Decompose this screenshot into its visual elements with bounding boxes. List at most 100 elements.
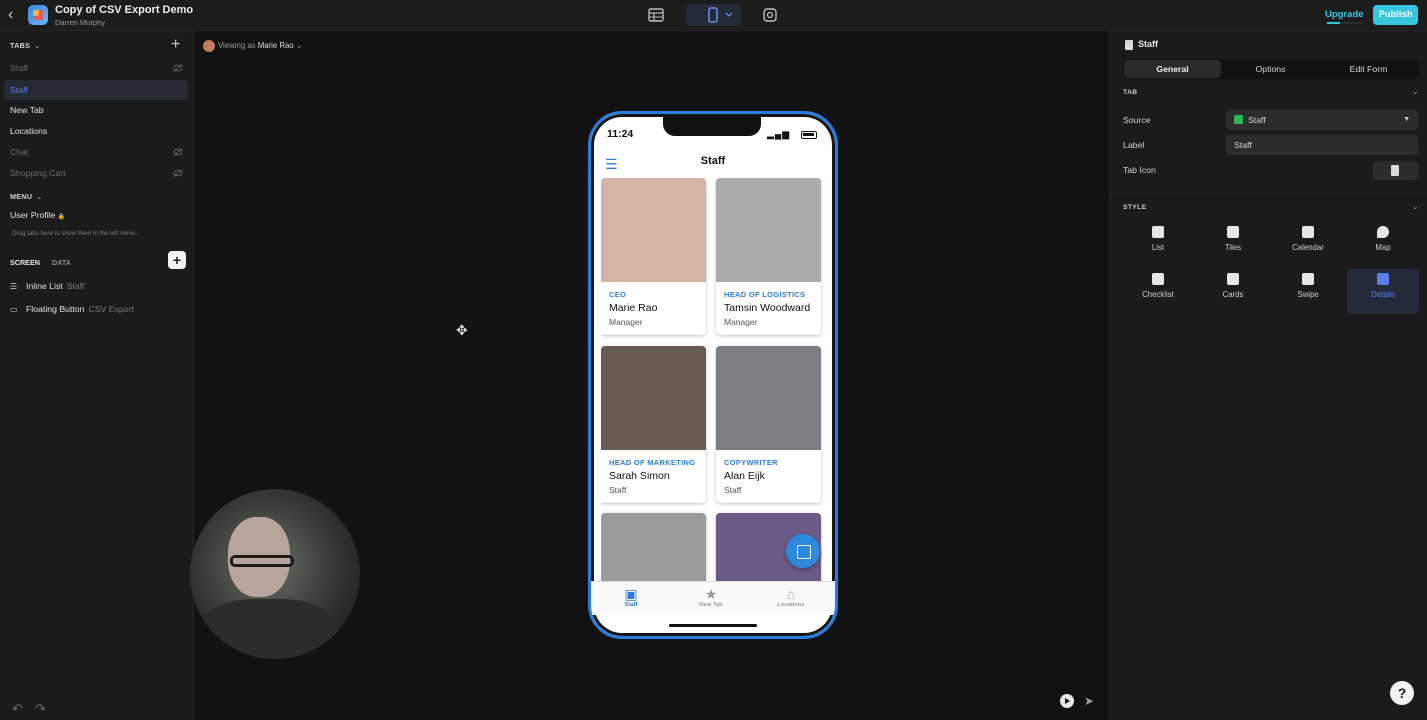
home-icon: ⌂ — [786, 586, 796, 602]
tabs-section-header[interactable]: TABS ⌄ — [10, 41, 40, 50]
map-pin-icon — [1377, 226, 1389, 238]
label-input[interactable]: Staff — [1226, 135, 1418, 155]
canvas: Viewing as Marie Rao ⌄ ✥ ➤ 11:24 ▂▄▆ ☰ S… — [190, 31, 1108, 720]
menu-item-user-profile[interactable]: User Profile 🔒 — [4, 205, 188, 225]
tab-general[interactable]: General — [1124, 60, 1221, 78]
menu-section-header[interactable]: MENU ⌄ — [10, 192, 43, 201]
source-select[interactable]: Staff ▼ — [1226, 110, 1418, 130]
divider — [1110, 193, 1427, 194]
upgrade-link[interactable]: Upgrade — [1325, 9, 1364, 20]
sidebar-item-staff-hidden[interactable]: Staff — [4, 58, 188, 78]
tab-section-header: TAB — [1123, 89, 1138, 96]
card-title: Manager — [724, 317, 758, 327]
panel-tabs: General Options Edit Form — [1123, 59, 1419, 79]
staff-card[interactable] — [601, 513, 706, 588]
list-icon: ☰ — [10, 282, 18, 291]
chevron-down-icon: ⌄ — [36, 194, 43, 201]
left-sidebar: TABS ⌄ + Staff Staff New Tab Locations Ch… — [0, 31, 194, 720]
phone-preview-button[interactable] — [686, 4, 741, 26]
screen-title: Staff — [700, 155, 726, 167]
style-tiles[interactable]: Tiles — [1197, 222, 1269, 267]
chevron-down-icon[interactable]: ⌄ — [1412, 87, 1419, 96]
staff-photo — [601, 346, 706, 450]
style-list[interactable]: List — [1122, 222, 1194, 267]
publish-button[interactable]: Publish — [1373, 5, 1418, 25]
sidebar-item-chat[interactable]: Chat — [4, 142, 188, 162]
eye-off-icon — [173, 169, 183, 177]
style-section-header: STYLE — [1123, 204, 1147, 211]
signal-wifi-icon: ▂▄▆ — [767, 129, 791, 139]
home-indicator — [669, 624, 757, 627]
upgrade-progress — [1327, 22, 1363, 24]
phone-tab-staff[interactable]: ▣ Staff — [601, 586, 661, 608]
chevron-down-icon[interactable]: ⌄ — [1412, 202, 1419, 211]
staff-card[interactable]: HEAD OF LOGISTICS Tamsin Woodward Manage… — [716, 178, 821, 335]
phone-tab-locations[interactable]: ⌂ Locations — [761, 586, 821, 608]
status-time: 11:24 — [607, 128, 634, 140]
tab-options[interactable]: Options — [1222, 60, 1319, 78]
card-name: Marie Rao — [609, 302, 658, 314]
phone-tab-new-tab[interactable]: ★ New Tab — [681, 586, 741, 608]
style-map[interactable]: Map — [1347, 222, 1419, 267]
viewing-as-selector[interactable]: Viewing as Marie Rao ⌄ — [203, 40, 302, 52]
table-view-icon[interactable] — [646, 4, 666, 26]
tab-edit-form[interactable]: Edit Form — [1320, 60, 1417, 78]
sidebar-item-shopping-cart[interactable]: Shopping Cart — [4, 163, 188, 183]
card-name: Sarah Simon — [609, 470, 670, 482]
eye-off-icon — [173, 64, 183, 72]
lock-icon: 🔒 — [57, 214, 66, 220]
undo-icon[interactable]: ↶ — [12, 701, 23, 717]
staff-photo — [716, 178, 821, 282]
staff-photo — [601, 178, 706, 282]
label-label: Label — [1123, 140, 1145, 150]
redo-icon[interactable]: ↷ — [35, 701, 46, 717]
dropdown-arrow-icon: ▼ — [1403, 116, 1410, 123]
menu-hint-text: Drag tabs here to show them in the left … — [12, 230, 138, 237]
sidebar-item-staff[interactable]: Staff — [4, 80, 188, 100]
tab-screen[interactable]: SCREEN — [10, 258, 40, 267]
staff-card[interactable]: CEO Marie Rao Manager — [601, 178, 706, 335]
component-inline-list[interactable]: ☰ Inline List Staff — [10, 281, 84, 291]
add-tab-plus-icon[interactable]: + — [171, 37, 183, 53]
sidebar-item-locations[interactable]: Locations — [4, 121, 188, 141]
play-icon[interactable] — [1060, 694, 1074, 708]
app-title: Copy of CSV Export Demo — [55, 4, 194, 16]
battery-icon — [801, 131, 817, 139]
settings-icon[interactable] — [760, 4, 780, 26]
add-component-button[interactable]: + — [168, 251, 186, 269]
details-icon — [1377, 273, 1389, 285]
eye-off-icon — [173, 148, 183, 156]
panel-header: Staff — [1125, 39, 1158, 50]
card-title: Staff — [609, 485, 627, 495]
tab-data[interactable]: DATA — [52, 258, 71, 267]
style-checklist[interactable]: Checklist — [1122, 269, 1194, 314]
contact-card-icon — [1125, 39, 1133, 50]
style-calendar[interactable]: Calendar — [1272, 222, 1344, 267]
swipe-icon — [1302, 273, 1314, 285]
card-role: HEAD OF LOGISTICS — [724, 290, 806, 299]
tab-icon-picker[interactable] — [1373, 161, 1418, 180]
contact-card-icon: ▣ — [624, 586, 638, 602]
source-label: Source — [1123, 115, 1151, 125]
card-role: COPYWRITER — [724, 458, 778, 467]
star-icon: ★ — [704, 586, 718, 602]
phone-preview: 11:24 ▂▄▆ ☰ Staff CEO Marie Rao Manager … — [588, 111, 838, 639]
staff-card[interactable]: HEAD OF MARKETING Sarah Simon Staff — [601, 346, 706, 503]
style-swipe[interactable]: Swipe — [1272, 269, 1344, 314]
phone-notch — [663, 116, 761, 136]
calendar-icon — [1302, 226, 1314, 238]
back-arrow-icon[interactable]: ‹ — [8, 7, 20, 23]
staff-grid: CEO Marie Rao Manager HEAD OF LOGISTICS … — [601, 178, 825, 588]
pointer-icon[interactable]: ➤ — [1084, 694, 1094, 708]
card-title: Manager — [609, 317, 643, 327]
sidebar-item-new-tab[interactable]: New Tab — [4, 100, 188, 120]
csv-export-floating-button[interactable] — [786, 534, 820, 568]
help-button[interactable]: ? — [1390, 681, 1414, 705]
component-floating-button[interactable]: ▭ Floating Button CSV Export — [10, 304, 134, 314]
style-details[interactable]: Details — [1347, 269, 1419, 314]
card-name: Alan Eijk — [724, 470, 765, 482]
style-cards[interactable]: Cards — [1197, 269, 1269, 314]
chevron-down-icon: ⌄ — [295, 41, 303, 51]
staff-card[interactable]: COPYWRITER Alan Eijk Staff — [716, 346, 821, 503]
app-owner: Darren Murphy — [55, 18, 106, 27]
